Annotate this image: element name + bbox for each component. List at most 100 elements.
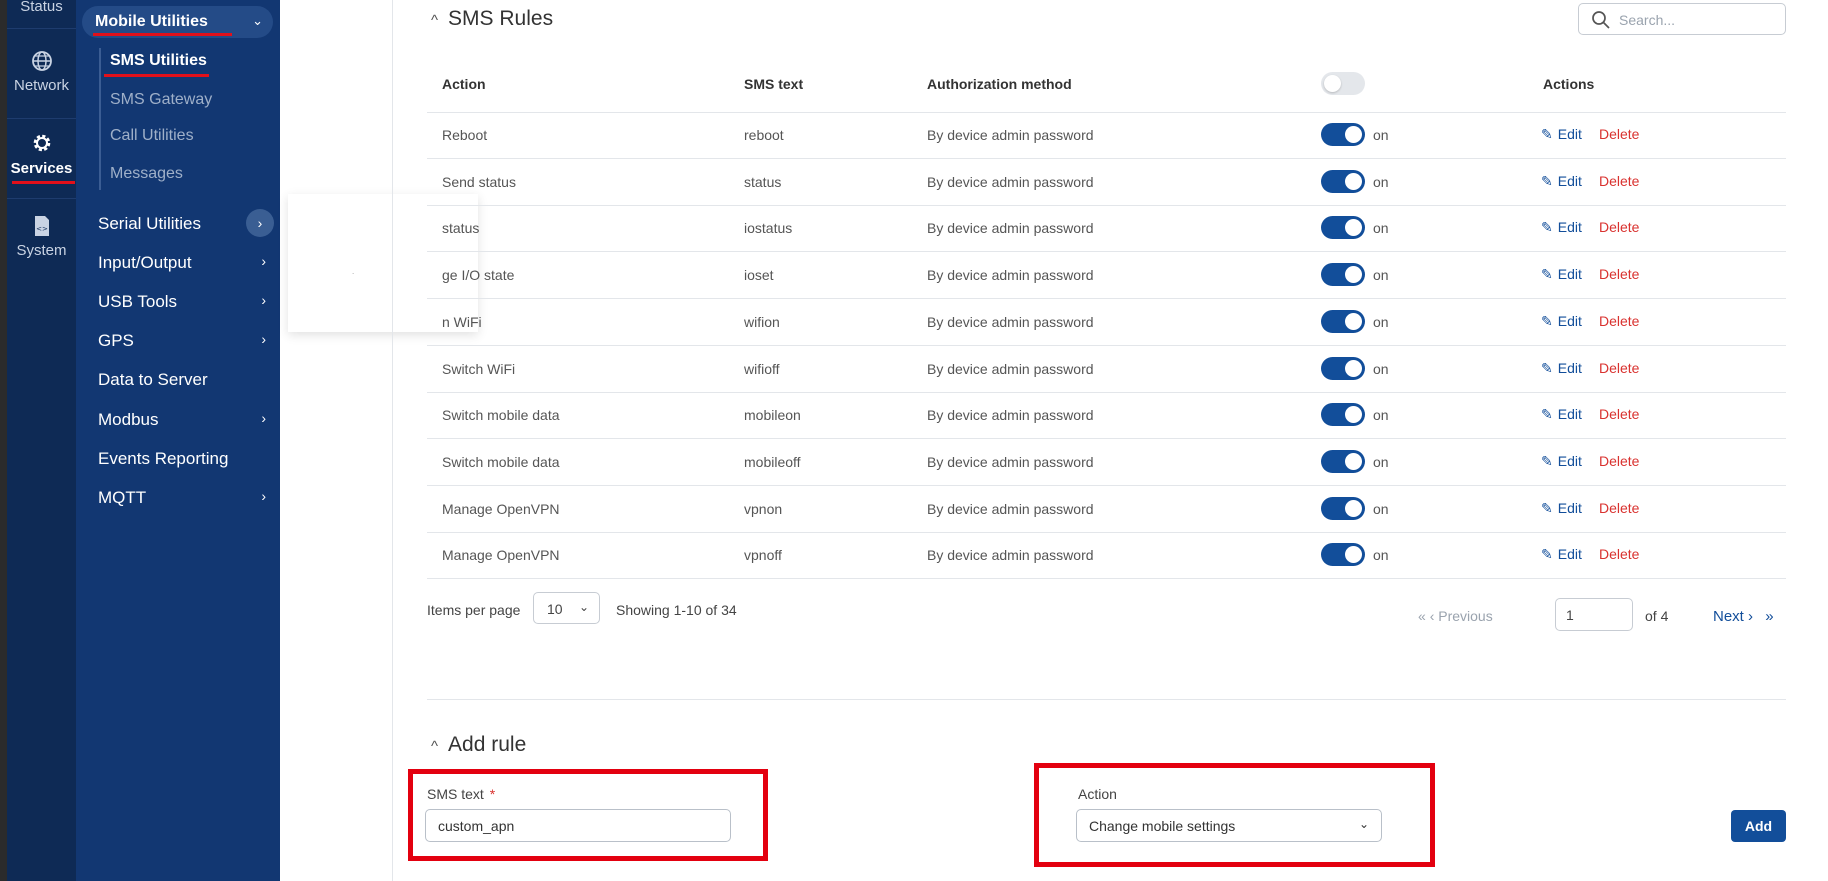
add-button[interactable]: Add	[1731, 810, 1786, 842]
menu-item-events-reporting[interactable]: Events Reporting	[98, 449, 274, 469]
first-page-icon[interactable]: «	[1418, 608, 1426, 624]
submenu-call-utilities[interactable]: Call Utilities	[110, 127, 194, 145]
cell-sms-text: vpnoff	[744, 547, 782, 564]
cell-auth-method: By device admin password	[927, 173, 1094, 190]
edit-button[interactable]: ✎ Edit	[1541, 453, 1582, 470]
enable-toggle[interactable]	[1321, 496, 1365, 520]
cell-action: Switch WiFi	[442, 360, 516, 377]
previous-page-button[interactable]: « ‹ Previous	[1418, 608, 1493, 624]
menu-group-label: Mobile Utilities	[93, 13, 232, 36]
enable-toggle[interactable]	[1321, 169, 1365, 193]
chevron-right-icon: ›	[246, 209, 274, 237]
edit-button[interactable]: ✎ Edit	[1541, 406, 1582, 423]
delete-button[interactable]: Delete	[1599, 453, 1639, 469]
search-input[interactable]: Search...	[1578, 3, 1786, 35]
toggle-all-switch[interactable]	[1321, 72, 1365, 95]
next-page-button[interactable]: Next › »	[1713, 608, 1774, 625]
delete-button[interactable]: Delete	[1599, 406, 1639, 422]
toggle-state-label: on	[1373, 360, 1389, 377]
menu-item-data-to-server[interactable]: Data to Server	[98, 370, 274, 390]
menu-item-serial-utilities[interactable]: Serial Utilities ›	[98, 209, 274, 237]
cell-action: Reboot	[442, 127, 488, 143]
enable-toggle[interactable]	[1321, 263, 1365, 287]
submenu-sms-utilities[interactable]: SMS Utilities	[104, 52, 209, 77]
enable-toggle[interactable]	[1321, 123, 1365, 146]
icon-rail: Status Network Services <> System	[7, 0, 76, 881]
edit-button[interactable]: ✎ Edit	[1541, 126, 1582, 143]
menu-group-mobile-utilities[interactable]: Mobile Utilities ⌄	[82, 6, 273, 38]
edit-button[interactable]: ✎ Edit	[1541, 500, 1582, 517]
delete-button[interactable]: Delete	[1599, 126, 1639, 142]
delete-button[interactable]: Delete	[1599, 360, 1639, 376]
sms-text-label: SMS text *	[427, 786, 496, 802]
enable-toggle[interactable]	[1321, 449, 1365, 473]
menu-item-gps[interactable]: GPS ›	[98, 331, 274, 351]
delete-button[interactable]: Delete	[1599, 219, 1639, 235]
rail-services[interactable]: Services	[7, 131, 76, 184]
menu-item-mqtt[interactable]: MQTT ›	[98, 488, 274, 508]
delete-button[interactable]: Delete	[1599, 546, 1639, 562]
search-icon	[1592, 11, 1610, 29]
edit-button[interactable]: ✎ Edit	[1541, 546, 1582, 563]
enable-toggle[interactable]	[1321, 309, 1365, 333]
globe-icon	[31, 51, 52, 71]
system-file-icon: <>	[34, 216, 49, 236]
toggle-state-label: on	[1373, 313, 1389, 330]
row-divider	[427, 578, 1786, 580]
cell-action: Switch mobile data	[442, 407, 560, 424]
last-page-icon[interactable]: »	[1765, 608, 1773, 625]
edit-button[interactable]: ✎ Edit	[1541, 219, 1582, 236]
cell-sms-text: status	[744, 173, 782, 190]
submenu-sms-gateway[interactable]: SMS Gateway	[110, 91, 212, 109]
enable-toggle[interactable]	[1321, 216, 1365, 240]
chevron-right-icon: ›	[261, 488, 266, 504]
content-divider	[392, 0, 393, 881]
window-edge	[0, 0, 7, 881]
table-row: Reboot reboot By device admin password on ✎ E…	[427, 112, 1786, 158]
rail-system[interactable]: <> System	[7, 215, 76, 259]
edit-button[interactable]: ✎ Edit	[1541, 266, 1582, 283]
enable-toggle[interactable]	[1321, 403, 1365, 427]
table-row: Switch mobile data mobileon By device admi…	[427, 392, 1786, 438]
edit-button[interactable]: ✎ Edit	[1541, 360, 1582, 377]
sms-text-input[interactable]: custom_apn	[425, 809, 731, 842]
flyout-dot: .	[352, 267, 355, 276]
delete-button[interactable]: Delete	[1599, 266, 1639, 282]
edit-button[interactable]: ✎ Edit	[1541, 313, 1582, 330]
toggle-state-label: on	[1373, 500, 1389, 517]
sms-rules-title[interactable]: ^ SMS Rules	[431, 7, 553, 31]
cell-action: Manage OpenVPN	[442, 500, 560, 517]
search-placeholder: Search...	[1619, 12, 1676, 28]
page-number-input[interactable]: 1	[1555, 598, 1633, 631]
rail-network[interactable]: Network	[7, 50, 76, 94]
page-count: of 4	[1645, 608, 1669, 624]
delete-button[interactable]: Delete	[1599, 313, 1639, 329]
table-row: Manage OpenVPN vpnon By device admin passw…	[427, 486, 1786, 532]
rail-network-label: Network	[13, 77, 69, 94]
submenu-messages[interactable]: Messages	[110, 165, 183, 183]
action-select[interactable]: Change mobile settings ⌄	[1076, 809, 1382, 842]
cell-sms-text: wifion	[744, 313, 780, 330]
toggle-state-label: on	[1373, 453, 1389, 470]
cell-auth-method: By device admin password	[927, 453, 1094, 470]
items-per-page-select[interactable]: 10 ⌄	[533, 592, 600, 624]
delete-button[interactable]: Delete	[1599, 173, 1639, 189]
enable-toggle[interactable]	[1321, 356, 1365, 380]
pencil-icon: ✎	[1541, 359, 1553, 376]
menu-item-modbus[interactable]: Modbus ›	[98, 410, 274, 430]
add-rule-title[interactable]: ^ Add rule	[431, 733, 526, 757]
cell-sms-text: vpnon	[744, 500, 783, 517]
table-row: Switch WiFi wifioff By device admin passwo…	[427, 346, 1786, 392]
enable-toggle[interactable]	[1321, 543, 1365, 567]
menu-item-input-output[interactable]: Input/Output ›	[98, 253, 274, 273]
chevron-left-icon: ‹	[1429, 608, 1435, 624]
edit-button[interactable]: ✎ Edit	[1541, 173, 1582, 190]
menu-item-usb-tools[interactable]: USB Tools ›	[98, 292, 274, 312]
delete-button[interactable]: Delete	[1599, 500, 1639, 516]
toggle-state-label: on	[1373, 547, 1389, 564]
rail-status[interactable]: Status	[7, 0, 76, 15]
pencil-icon: ✎	[1541, 452, 1553, 469]
cell-action: Send status	[442, 173, 516, 190]
col-sms-text: SMS text	[744, 76, 804, 92]
chevron-up-icon: ^	[431, 738, 439, 755]
